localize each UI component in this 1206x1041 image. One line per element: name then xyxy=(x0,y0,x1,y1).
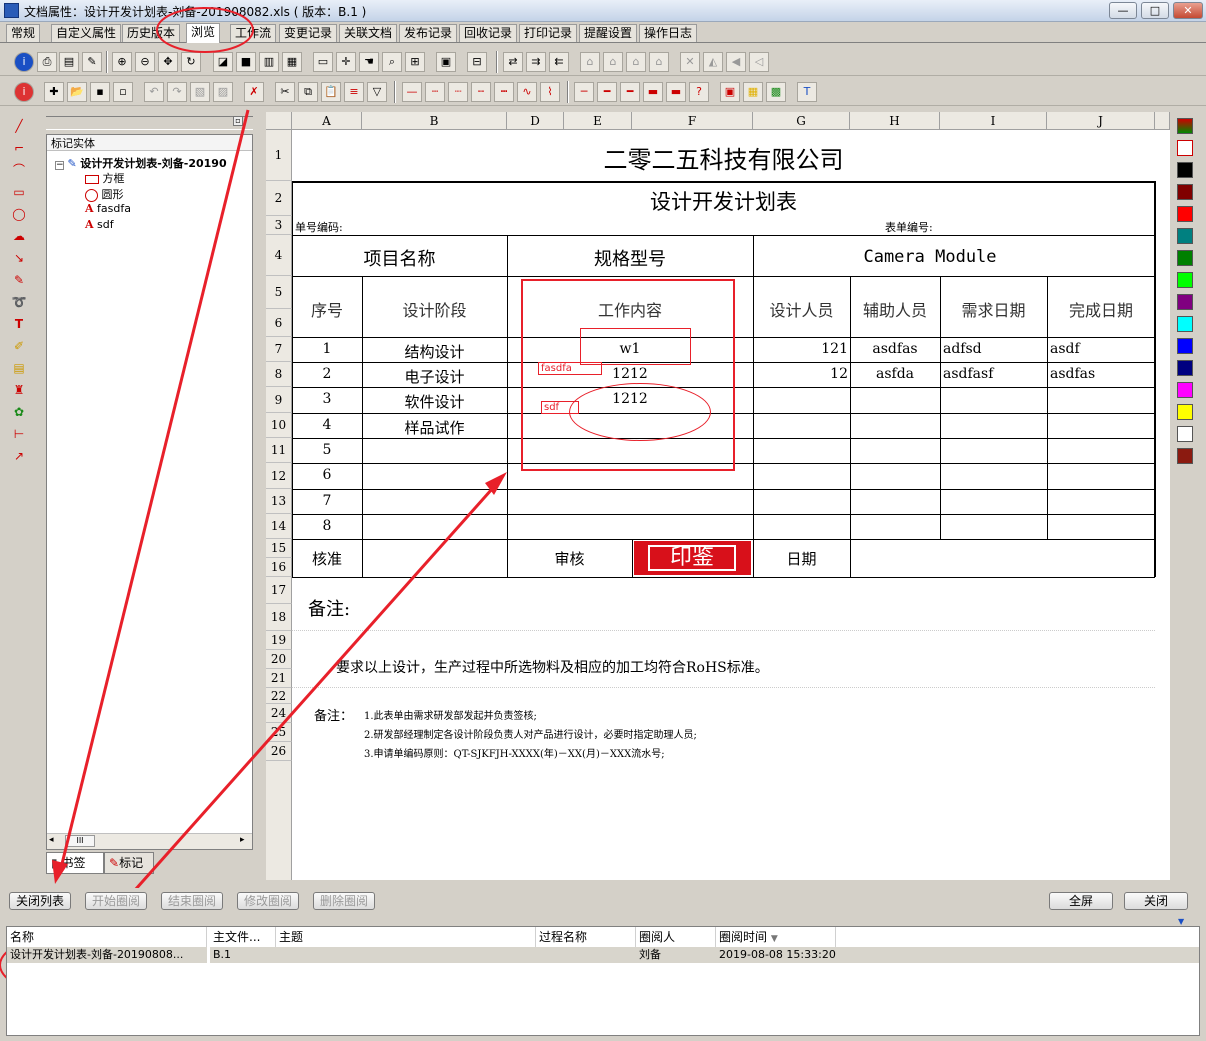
list-header[interactable]: 过程名称 xyxy=(536,927,636,947)
list-cell-time[interactable]: 2019-08-08 15:33:20 xyxy=(716,947,836,963)
arrow-line xyxy=(58,109,250,873)
list-cell-topic[interactable] xyxy=(276,947,536,963)
list-header[interactable]: 圈阅时间 ▼ xyxy=(716,927,836,947)
modify-review-button[interactable]: 修改圈阅 xyxy=(237,892,299,910)
list-header[interactable]: 名称 xyxy=(7,927,207,947)
highlight-ellipse xyxy=(156,7,254,53)
expand-icon[interactable]: ▼ xyxy=(1178,917,1184,926)
arrow-line xyxy=(133,479,502,891)
list-header[interactable]: 圈阅人 xyxy=(636,927,716,947)
list-cell-reviewer[interactable]: 刘备 xyxy=(636,947,716,963)
list-cell-main[interactable]: B.1 xyxy=(210,947,276,963)
review-list: 名称 主文件... 主题 过程名称 圈阅人 圈阅时间 ▼ 设计开发计划表-刘备-… xyxy=(6,926,1200,1036)
list-header[interactable]: 主题 xyxy=(276,927,536,947)
start-review-button[interactable]: 开始圈阅 xyxy=(85,892,147,910)
close-list-button[interactable]: 关闭列表 xyxy=(9,892,71,910)
overlay-annotations xyxy=(0,7,507,1001)
list-cell-process[interactable] xyxy=(536,947,636,963)
delete-review-button[interactable]: 删除圈阅 xyxy=(313,892,375,910)
fullscreen-button[interactable]: 全屏 xyxy=(1049,892,1113,910)
list-header-label: 圈阅时间 xyxy=(719,930,768,944)
bottom-toolbar: 关闭列表 开始圈阅 结束圈阅 修改圈阅 删除圈阅 全屏 关闭 xyxy=(0,888,1206,916)
end-review-button[interactable]: 结束圈阅 xyxy=(161,892,223,910)
arrow-head xyxy=(52,860,68,884)
list-cell-name[interactable]: 设计开发计划表-刘备-20190808... xyxy=(7,947,207,963)
list-header[interactable]: 主文件... xyxy=(210,927,276,947)
close-button[interactable]: 关闭 xyxy=(1124,892,1188,910)
list-row-filler xyxy=(836,947,1199,963)
sort-desc-icon: ▼ xyxy=(770,934,778,944)
